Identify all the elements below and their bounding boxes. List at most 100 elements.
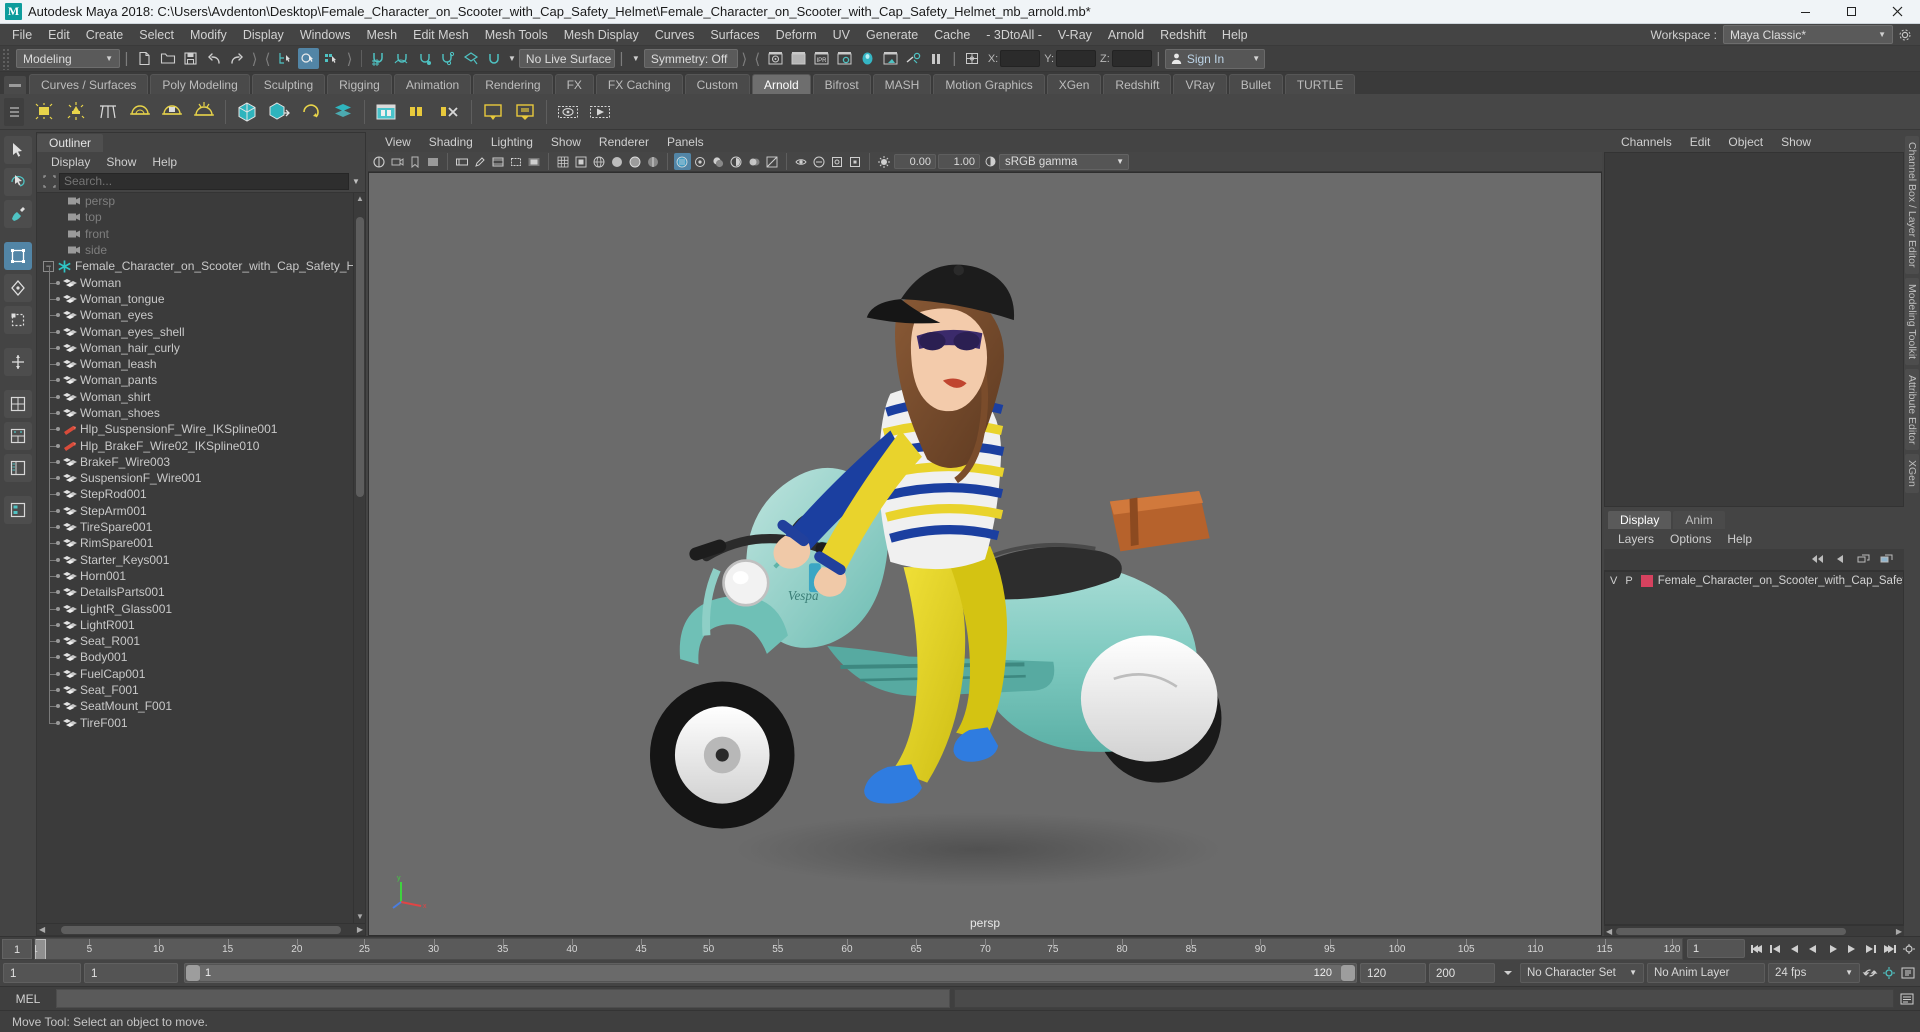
snap-to-grid-icon[interactable] <box>368 48 389 69</box>
step-forward-frame-icon[interactable] <box>1843 940 1861 958</box>
right-tab-xgen[interactable]: XGen <box>1905 454 1919 493</box>
right-tab-channel-box-layer-editor[interactable]: Channel Box / Layer Editor <box>1905 136 1919 274</box>
shelf-tab-xgen[interactable]: XGen <box>1046 74 1102 94</box>
layers-menu-options[interactable]: Options <box>1662 532 1719 546</box>
select-camera-icon[interactable] <box>371 153 388 170</box>
outliner-horizontal-scrollbar[interactable]: ◀ ▶ <box>37 923 365 935</box>
menu-uv[interactable]: UV <box>825 24 858 46</box>
arnold-skydome-light-icon[interactable] <box>126 98 154 126</box>
shelf-tab-poly-modeling[interactable]: Poly Modeling <box>150 74 250 94</box>
viewport-menu-show[interactable]: Show <box>542 135 590 149</box>
ipr-render-icon[interactable]: IPR <box>811 48 832 69</box>
display-layer-list[interactable]: V P Female_Character_on_Scooter_with_Cap… <box>1604 570 1904 925</box>
shelf-tab-motion-graphics[interactable]: Motion Graphics <box>933 74 1045 94</box>
select-tool-icon[interactable] <box>4 136 32 164</box>
arnold-distant-light-icon[interactable] <box>94 98 122 126</box>
multisample-aa-icon[interactable] <box>764 153 781 170</box>
menu-deform[interactable]: Deform <box>768 24 825 46</box>
render-current-frame-icon[interactable] <box>765 48 786 69</box>
smooth-shade-all-icon[interactable] <box>609 153 626 170</box>
menu-curves[interactable]: Curves <box>647 24 703 46</box>
outliner-hscroll-thumb[interactable] <box>61 925 342 934</box>
outliner-item-rimspare001[interactable]: RimSpare001 <box>37 527 365 551</box>
menu-edit-mesh[interactable]: Edit Mesh <box>405 24 477 46</box>
outliner-item-tirespare001[interactable]: TireSpare001 <box>37 511 365 535</box>
shadows-icon[interactable] <box>710 153 727 170</box>
right-tab-modeling-toolkit[interactable]: Modeling Toolkit <box>1905 277 1919 365</box>
outliner-item-tiref001[interactable]: TireF001 <box>37 706 365 731</box>
go-to-start-icon[interactable] <box>1748 940 1766 958</box>
range-slider-bar[interactable] <box>199 965 1342 981</box>
chevron-down-icon[interactable]: ▼ <box>632 54 640 63</box>
layer-list-horizontal-scrollbar[interactable]: ◀ ▶ <box>1604 925 1904 936</box>
outliner-item-fuelcap001[interactable]: FuelCap001 <box>37 657 365 682</box>
step-forward-key-icon[interactable] <box>1862 940 1880 958</box>
shelf-tab-rigging[interactable]: Rigging <box>327 74 392 94</box>
shelf-tab-turtle[interactable]: TURTLE <box>1284 74 1356 94</box>
outliner-menu-show[interactable]: Show <box>98 155 144 169</box>
rotate-tool-icon[interactable] <box>4 274 32 302</box>
channel-box-body[interactable] <box>1604 152 1904 507</box>
outliner-item-detailsparts001[interactable]: DetailsParts001 <box>37 576 365 600</box>
outliner-item-woman-shoes[interactable]: Woman_shoes <box>37 397 365 421</box>
universal-manipulator-icon[interactable] <box>4 348 32 376</box>
scroll-left-icon[interactable]: ◀ <box>1604 927 1614 936</box>
time-slider-start-frame[interactable]: 1 <box>2 938 32 959</box>
arnold-mesh-light-icon[interactable] <box>158 98 186 126</box>
select-by-component-type-icon[interactable] <box>321 48 342 69</box>
outliner-item-steprod001[interactable]: StepRod001 <box>37 478 365 502</box>
viewport-menu-shading[interactable]: Shading <box>420 135 482 149</box>
save-scene-icon[interactable] <box>180 48 201 69</box>
time-slider-track[interactable]: 1510152025303540455055606570758085909510… <box>34 937 1683 960</box>
arnold-play-sequence-icon[interactable] <box>586 98 614 126</box>
channelbox-menu-show[interactable]: Show <box>1772 135 1820 149</box>
shelf-tab-vray[interactable]: VRay <box>1173 74 1227 94</box>
menu-surfaces[interactable]: Surfaces <box>702 24 767 46</box>
layer-visibility-toggle[interactable]: V <box>1610 575 1621 587</box>
maximize-button[interactable] <box>1828 0 1874 24</box>
channelbox-menu-channels[interactable]: Channels <box>1612 135 1681 149</box>
single-view-layout-icon[interactable] <box>4 390 32 418</box>
menu-generate[interactable]: Generate <box>858 24 926 46</box>
paint-select-tool-icon[interactable] <box>4 200 32 228</box>
image-plane-icon[interactable] <box>425 153 442 170</box>
z-input[interactable] <box>1111 50 1152 67</box>
outliner-menu-display[interactable]: Display <box>43 155 98 169</box>
outliner-tree[interactable]: persptopfront side−Female_Character_on_Sc… <box>37 192 365 923</box>
mel-command-input[interactable] <box>56 989 950 1008</box>
layer-first-icon[interactable] <box>1807 550 1827 568</box>
select-by-object-type-icon[interactable] <box>298 48 319 69</box>
range-slider-menu-icon[interactable] <box>1499 964 1517 982</box>
arnold-flush-cache-icon[interactable] <box>436 98 464 126</box>
range-slider-track[interactable]: 1 120 <box>184 963 1357 983</box>
outliner-search-input[interactable] <box>59 172 349 190</box>
xray-active-components-icon[interactable] <box>847 153 864 170</box>
viewport-menu-view[interactable]: View <box>376 135 420 149</box>
shelf-drag-handle[interactable] <box>4 97 24 126</box>
step-back-key-icon[interactable] <box>1767 940 1785 958</box>
channelbox-menu-edit[interactable]: Edit <box>1681 135 1720 149</box>
shelf-tab-mash[interactable]: MASH <box>872 74 932 94</box>
search-scope-icon[interactable] <box>41 173 57 189</box>
menu-cache[interactable]: Cache <box>926 24 978 46</box>
viewport-menu-panels[interactable]: Panels <box>658 135 713 149</box>
animation-preferences-gear-icon[interactable] <box>1880 964 1898 982</box>
menu-display[interactable]: Display <box>235 24 292 46</box>
outliner-vertical-scrollbar[interactable]: ▲ ▼ <box>353 193 365 923</box>
render-settings-icon[interactable] <box>834 48 855 69</box>
smooth-shade-selected-icon[interactable] <box>645 153 662 170</box>
arnold-scene-source-icon[interactable] <box>329 98 357 126</box>
bookmark-icon[interactable] <box>407 153 424 170</box>
redo-icon[interactable] <box>226 48 247 69</box>
symmetry-field[interactable]: Symmetry: Off <box>643 49 738 68</box>
shelf-tab-fx[interactable]: FX <box>554 74 594 94</box>
outliner-item-side[interactable]: side <box>37 242 365 258</box>
x-input[interactable] <box>1000 50 1041 67</box>
render-view-icon[interactable] <box>880 48 901 69</box>
outliner-item-seat-f001[interactable]: Seat_F001 <box>37 674 365 698</box>
arnold-point-light-icon[interactable] <box>62 98 90 126</box>
play-forwards-icon[interactable] <box>1824 940 1842 958</box>
y-input[interactable] <box>1056 50 1097 67</box>
snap-to-view-planes-icon[interactable] <box>460 48 481 69</box>
arnold-area-light-icon[interactable] <box>30 98 58 126</box>
